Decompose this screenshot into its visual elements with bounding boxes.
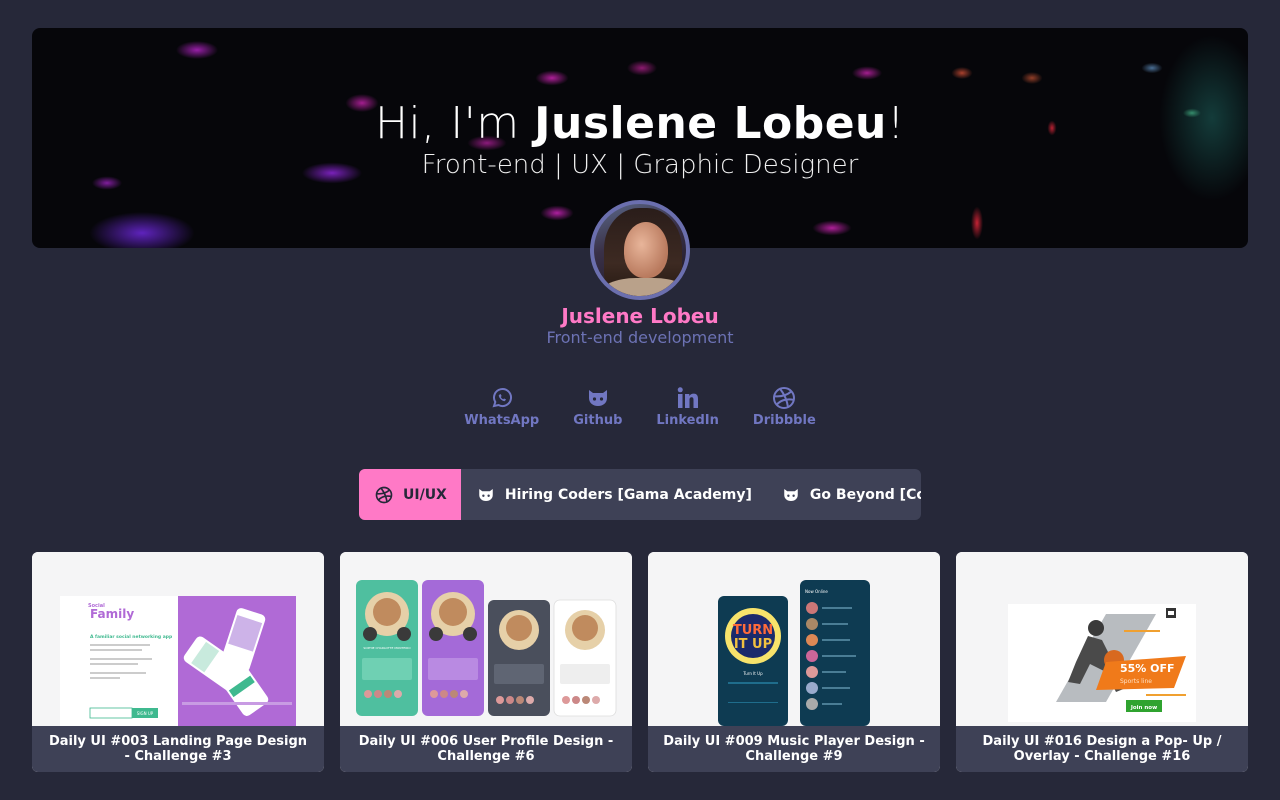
user-profile-mockup: SOPHIE CHARLOTTE MONTEIRO	[356, 580, 617, 717]
social-link-whatsapp[interactable]: WhatsApp	[464, 386, 539, 428]
project-card-user-profile[interactable]: SOPHIE CHARLOTTE MONTEIRO Daily UI #006 …	[340, 552, 632, 772]
social-label: Dribbble	[752, 413, 816, 428]
hero-exclaim: !	[886, 98, 906, 149]
github-icon	[784, 488, 798, 501]
signup-text: SIGN UP	[137, 711, 154, 716]
tab-ui-ux[interactable]: UI/UX	[359, 469, 461, 520]
github-icon	[588, 390, 607, 406]
profile-name: Juslene Lobeu	[561, 304, 719, 328]
social-label: LinkedIn	[656, 413, 719, 428]
project-tabs: UI/UX Hiring Coders [Gama Academy] Go Be…	[359, 469, 921, 520]
hero-name: Juslene Lobeu	[534, 98, 887, 149]
github-icon	[479, 488, 493, 501]
landing-page-mockup: Social Family A familiar social networki…	[60, 596, 296, 726]
dribbble-icon	[773, 387, 796, 409]
project-thumbnail: SOPHIE CHARLOTTE MONTEIRO	[340, 552, 632, 726]
social-links: WhatsApp Github LinkedIn Dribbble	[0, 386, 1280, 428]
music-player-mockup: TURN IT UP Turn It Up Now Online	[718, 580, 870, 726]
tab-hiring-coders[interactable]: Hiring Coders [Gama Academy]	[461, 469, 766, 520]
social-label: WhatsApp	[464, 413, 540, 428]
offer-sub-text: Sports line	[1120, 678, 1152, 685]
social-link-github[interactable]: Github	[573, 386, 622, 428]
dribbble-icon	[375, 486, 393, 503]
hero-greeting: Hi, I'm	[374, 98, 535, 149]
project-title: Daily UI #009 Music Player Design - Chal…	[648, 726, 940, 772]
tab-label: UI/UX	[403, 486, 447, 503]
project-thumbnail: Social Family A familiar social networki…	[32, 552, 324, 726]
social-link-linkedin[interactable]: LinkedIn	[656, 386, 719, 428]
social-link-dribbble[interactable]: Dribbble	[753, 386, 816, 428]
project-card-music-player[interactable]: TURN IT UP Turn It Up Now Online Daily U…	[648, 552, 940, 772]
cover-line2-text: IT UP	[734, 637, 772, 652]
project-card-popup-overlay[interactable]: 55% OFF Sports line Join now Daily UI #0…	[956, 552, 1248, 772]
project-card-landing-page[interactable]: Social Family A familiar social networki…	[32, 552, 324, 772]
whatsapp-icon	[492, 388, 512, 408]
cover-line1-text: TURN	[733, 623, 773, 638]
social-label: Github	[573, 413, 623, 428]
project-thumbnail: TURN IT UP Turn It Up Now Online	[648, 552, 940, 726]
tab-go-beyond[interactable]: Go Beyond [Corebiz]	[766, 469, 921, 520]
headline-text: A familiar social networking app	[90, 634, 173, 640]
project-title: Daily UI #016 Design a Pop- Up / Overlay…	[956, 726, 1248, 772]
profile-role: Front-end development	[546, 328, 734, 347]
list-title-text: Now Online	[805, 589, 828, 594]
join-text: Join now	[1130, 705, 1157, 711]
track-text: Turn It Up	[742, 671, 763, 676]
offer-text: 55% OFF	[1120, 662, 1175, 675]
brand-text: Family	[90, 607, 134, 621]
popup-overlay-mockup: 55% OFF Sports line Join now	[1008, 604, 1196, 722]
project-grid: Social Family A familiar social networki…	[32, 552, 1248, 772]
project-thumbnail: 55% OFF Sports line Join now	[956, 552, 1248, 726]
hero-subtitle: Front-end | UX | Graphic Designer	[421, 150, 859, 180]
tab-label: Hiring Coders [Gama Academy]	[504, 486, 752, 503]
tab-label: Go Beyond [Corebiz]	[809, 486, 921, 503]
project-title: Daily UI #006 User Profile Design - Chal…	[340, 726, 632, 772]
avatar	[590, 200, 690, 300]
hero-title: Hi, I'm Juslene Lobeu!	[32, 98, 1248, 149]
project-title: Daily UI #003 Landing Page Design - Chal…	[32, 726, 324, 772]
linkedin-icon	[677, 387, 698, 408]
profile-name-text: SOPHIE CHARLOTTE MONTEIRO	[363, 646, 411, 650]
